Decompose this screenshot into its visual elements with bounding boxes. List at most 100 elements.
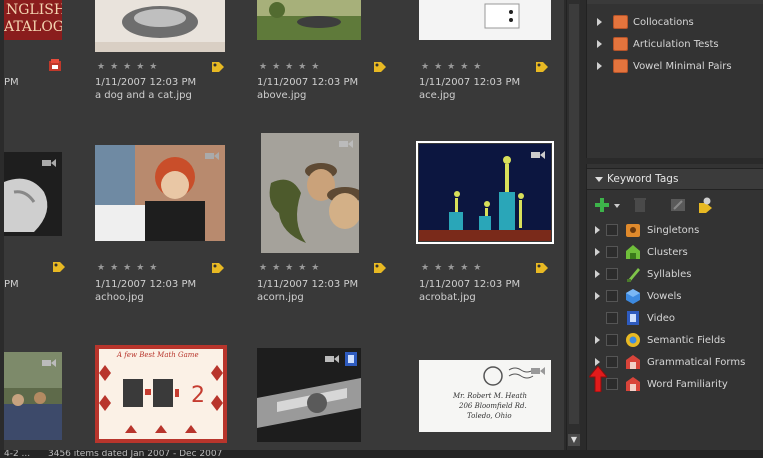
rating-stars[interactable]: ★★★★★ <box>421 263 486 273</box>
status-summary: 3456 items dated Jan 2007 - Dec 2007 <box>48 450 223 458</box>
tag-label: Word Familiarity <box>647 378 728 390</box>
video-icon <box>627 311 639 325</box>
cluster-icon <box>626 245 640 259</box>
keyword-tag-icon <box>53 262 65 272</box>
keyword-tag-video[interactable]: Video <box>587 307 763 329</box>
expand-arrow-icon[interactable] <box>597 40 602 48</box>
scrollbar-thumb[interactable] <box>569 4 579 424</box>
collection-item[interactable]: Vowel Minimal Pairs <box>587 55 763 77</box>
keyword-tag-word-familiarity[interactable]: Word Familiarity <box>587 373 763 395</box>
thumbnail-ace[interactable] <box>419 0 551 40</box>
expand-arrow-icon[interactable] <box>597 18 602 26</box>
thumb-date: 1/11/2007 12:03 PM <box>419 77 521 88</box>
thumb-filename: ace.jpg <box>419 90 456 101</box>
collection-icon <box>613 37 628 51</box>
expand-arrow-icon[interactable] <box>595 358 600 366</box>
keyword-tag-clusters[interactable]: Clusters <box>587 241 763 263</box>
scroll-down-arrow-icon[interactable]: ▼ <box>568 434 580 446</box>
collection-label: Collocations <box>633 16 694 28</box>
keyword-tag-semantic-fields[interactable]: Semantic Fields <box>587 329 763 351</box>
keyword-toolbar <box>587 192 763 218</box>
thumbnail-acrobat[interactable] <box>416 141 554 244</box>
thumb-filename: acorn.jpg <box>257 292 304 303</box>
rating-stars[interactable]: ★★★★★ <box>97 263 162 273</box>
bowl-image <box>95 6 225 52</box>
rating-stars[interactable]: ★★★★★ <box>259 62 324 72</box>
rating-stars[interactable]: ★★★★★ <box>259 263 324 273</box>
syllable-icon <box>627 268 640 282</box>
keyword-tag-grammatical-forms[interactable]: Grammatical Forms <box>587 351 763 373</box>
thumbnail-achoo[interactable] <box>95 145 225 241</box>
video-camera-icon <box>531 367 545 375</box>
thumbnail-hands-bw[interactable] <box>4 152 62 236</box>
film-icon <box>345 352 357 366</box>
thumbnail-catalog[interactable]: NGLISH ATALOG <box>4 0 62 40</box>
expand-arrow-icon[interactable] <box>595 226 600 234</box>
thumbnail-envelope[interactable]: Mr. Robert M. Heath 206 Bloomfield Rd. T… <box>419 360 551 432</box>
tag-checkbox[interactable] <box>606 356 618 368</box>
thumbnail-crowd[interactable] <box>4 352 62 440</box>
thumbnail-acorn[interactable] <box>261 133 359 253</box>
keyword-tag-vowels[interactable]: Vowels <box>587 285 763 307</box>
thumb-filename: acrobat.jpg <box>419 292 476 303</box>
tag-label: Syllables <box>647 268 692 280</box>
video-camera-icon <box>205 152 219 160</box>
expand-arrow-icon[interactable] <box>595 248 600 256</box>
thumbnail-typewriter[interactable] <box>257 348 361 442</box>
thumb-date: 1/11/2007 12:03 PM <box>257 279 359 290</box>
park-image <box>257 0 361 40</box>
edit-tag-icon[interactable] <box>669 196 687 214</box>
keyword-tags-header[interactable]: Keyword Tags <box>587 168 763 190</box>
thumbnail-grid[interactable]: NGLISH ATALOG PM ★★★★★ 1/11/2007 12:03 P… <box>4 0 564 450</box>
status-left: 4-2 ... <box>4 450 31 458</box>
dropdown-arrow-icon[interactable] <box>613 196 621 214</box>
grid-scrollbar[interactable]: ▼ <box>566 0 580 450</box>
familiarity-icon <box>626 377 640 391</box>
video-camera-icon <box>339 140 353 148</box>
stack-icon[interactable] <box>47 58 63 74</box>
tag-checkbox[interactable] <box>606 312 618 324</box>
expand-arrow-icon[interactable] <box>595 292 600 300</box>
keyword-tag-icon <box>374 62 386 72</box>
singleton-icon <box>626 224 640 237</box>
thumbnail-a-dog-and-a-cat[interactable] <box>95 0 225 52</box>
thumb-date: 1/11/2007 12:03 PM <box>95 77 197 88</box>
keyword-tag-icon <box>212 62 224 72</box>
tag-checkbox[interactable] <box>606 334 618 346</box>
keyword-tag-icon <box>374 263 386 273</box>
status-bar: 4-2 ... 3456 items dated Jan 2007 - Dec … <box>0 450 763 458</box>
collection-item[interactable]: Articulation Tests <box>587 33 763 55</box>
find-tag-icon[interactable] <box>697 196 715 214</box>
keyword-tag-icon <box>536 62 548 72</box>
tag-checkbox[interactable] <box>606 290 618 302</box>
envelope-address-2: 206 Bloomfield Rd. <box>459 402 527 410</box>
organizer-panel: Collocations Articulation Tests Vowel Mi… <box>586 0 763 450</box>
thumb-date: 1/11/2007 12:03 PM <box>419 279 521 290</box>
keyword-tags-title: Keyword Tags <box>607 173 679 185</box>
panel-splitter[interactable] <box>586 158 763 164</box>
rating-stars[interactable]: ★★★★★ <box>421 62 486 72</box>
thumbnail-math-game[interactable]: A few Best Math Game 2 <box>95 345 227 443</box>
tag-checkbox[interactable] <box>606 268 618 280</box>
collapse-arrow-icon[interactable] <box>595 177 603 182</box>
keyword-tag-syllables[interactable]: Syllables <box>587 263 763 285</box>
tag-checkbox[interactable] <box>606 246 618 258</box>
collection-item[interactable]: Collocations <box>587 11 763 33</box>
keyword-tag-singletons[interactable]: Singletons <box>587 219 763 241</box>
expand-arrow-icon[interactable] <box>595 336 600 344</box>
thumb-filename: a dog and a cat.jpg <box>95 90 192 101</box>
tag-checkbox[interactable] <box>606 224 618 236</box>
math-card-image <box>95 345 227 443</box>
grammar-icon <box>626 355 640 369</box>
expand-arrow-icon[interactable] <box>597 62 602 70</box>
thumbnail-above[interactable] <box>257 0 361 40</box>
tag-label: Video <box>647 312 676 324</box>
tag-label: Grammatical Forms <box>647 356 746 368</box>
row1-left-partial-time: PM <box>4 77 19 88</box>
tag-checkbox[interactable] <box>606 378 618 390</box>
math-card-header: A few Best Math Game <box>117 351 199 359</box>
add-tag-icon[interactable] <box>593 196 611 214</box>
expand-arrow-icon[interactable] <box>595 270 600 278</box>
delete-tag-icon[interactable] <box>631 196 649 214</box>
rating-stars[interactable]: ★★★★★ <box>97 62 162 72</box>
